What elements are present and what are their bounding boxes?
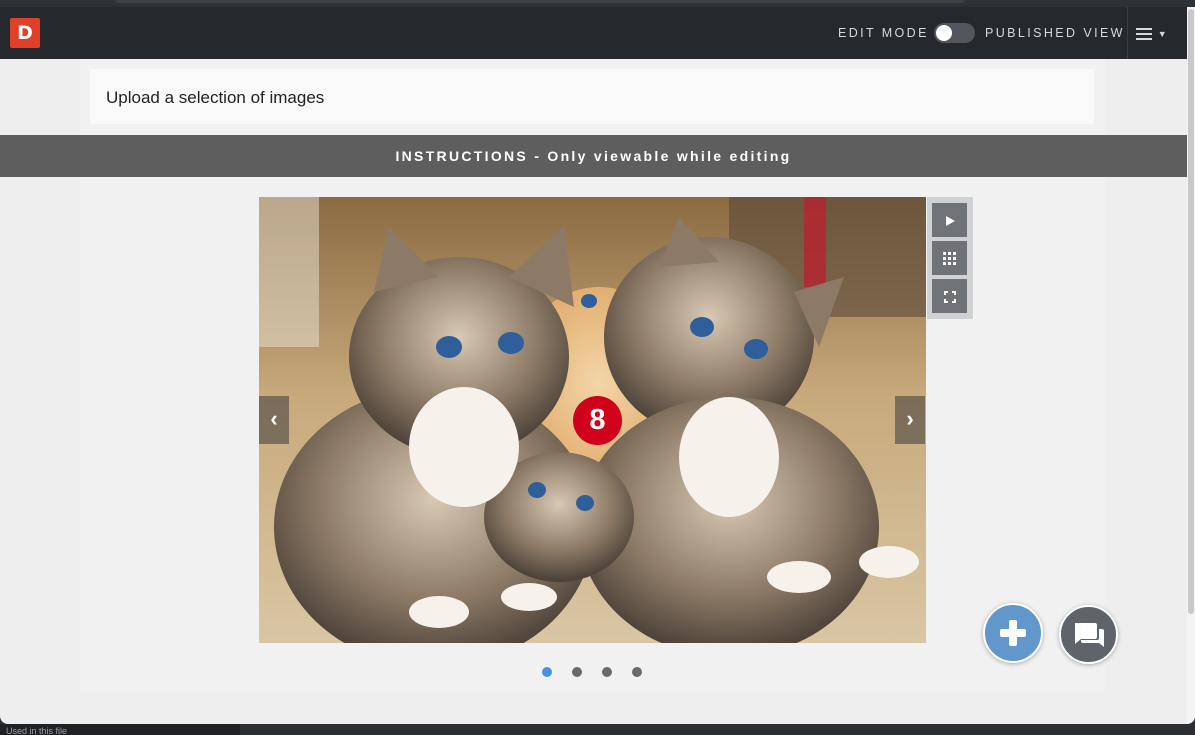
step-number-badge: 8 — [573, 396, 622, 445]
slide-dot-1[interactable] — [542, 667, 552, 677]
browser-top-strip — [0, 0, 1195, 7]
chat-icon — [1075, 623, 1104, 647]
grid-icon — [943, 252, 956, 266]
slideshow-pagination — [540, 667, 650, 677]
nav-divider — [1127, 7, 1128, 59]
comments-button[interactable] — [1059, 605, 1118, 664]
top-navbar: D EDIT MODE PUBLISHED VIEW ▼ — [0, 7, 1187, 59]
app-window: D EDIT MODE PUBLISHED VIEW ▼ Upload a se… — [0, 0, 1195, 724]
slide-dot-2[interactable] — [572, 667, 582, 677]
caret-down-icon: ▼ — [1157, 28, 1167, 39]
edit-mode-toggle[interactable] — [934, 23, 975, 43]
published-view-label: PUBLISHED VIEW — [985, 26, 1125, 40]
play-button[interactable] — [932, 203, 967, 237]
hamburger-icon — [1136, 23, 1157, 42]
add-button[interactable] — [983, 603, 1043, 663]
slideshow-toolbar — [927, 197, 973, 319]
slide-dot-3[interactable] — [602, 667, 612, 677]
toggle-knob — [936, 25, 952, 41]
play-icon — [945, 215, 955, 226]
plus-icon — [1000, 620, 1026, 646]
page-title: Upload a selection of images — [106, 88, 325, 107]
used-in-file-label: Used in this file — [6, 726, 68, 735]
chevron-right-icon: › — [906, 406, 914, 431]
fullscreen-icon — [943, 290, 956, 303]
scrollbar-thumb[interactable] — [1188, 9, 1194, 614]
slideshow-next-button[interactable]: › — [895, 396, 925, 444]
grid-view-button[interactable] — [932, 241, 967, 275]
used-in-file-panel[interactable]: Used in this file — [0, 724, 240, 735]
instructions-banner: INSTRUCTIONS - Only viewable while editi… — [0, 135, 1187, 177]
main-menu-button[interactable]: ▼ — [1136, 21, 1178, 45]
chevron-left-icon: ‹ — [270, 406, 278, 431]
edit-mode-label: EDIT MODE — [838, 26, 929, 40]
slideshow-prev-button[interactable]: ‹ — [259, 396, 289, 444]
app-logo[interactable]: D — [10, 18, 40, 48]
slide-dot-4[interactable] — [632, 667, 642, 677]
fullscreen-button[interactable] — [932, 279, 967, 313]
page-title-box[interactable]: Upload a selection of images — [90, 69, 1094, 124]
page-scrollbar[interactable] — [1187, 7, 1195, 724]
url-bar — [115, 0, 965, 3]
